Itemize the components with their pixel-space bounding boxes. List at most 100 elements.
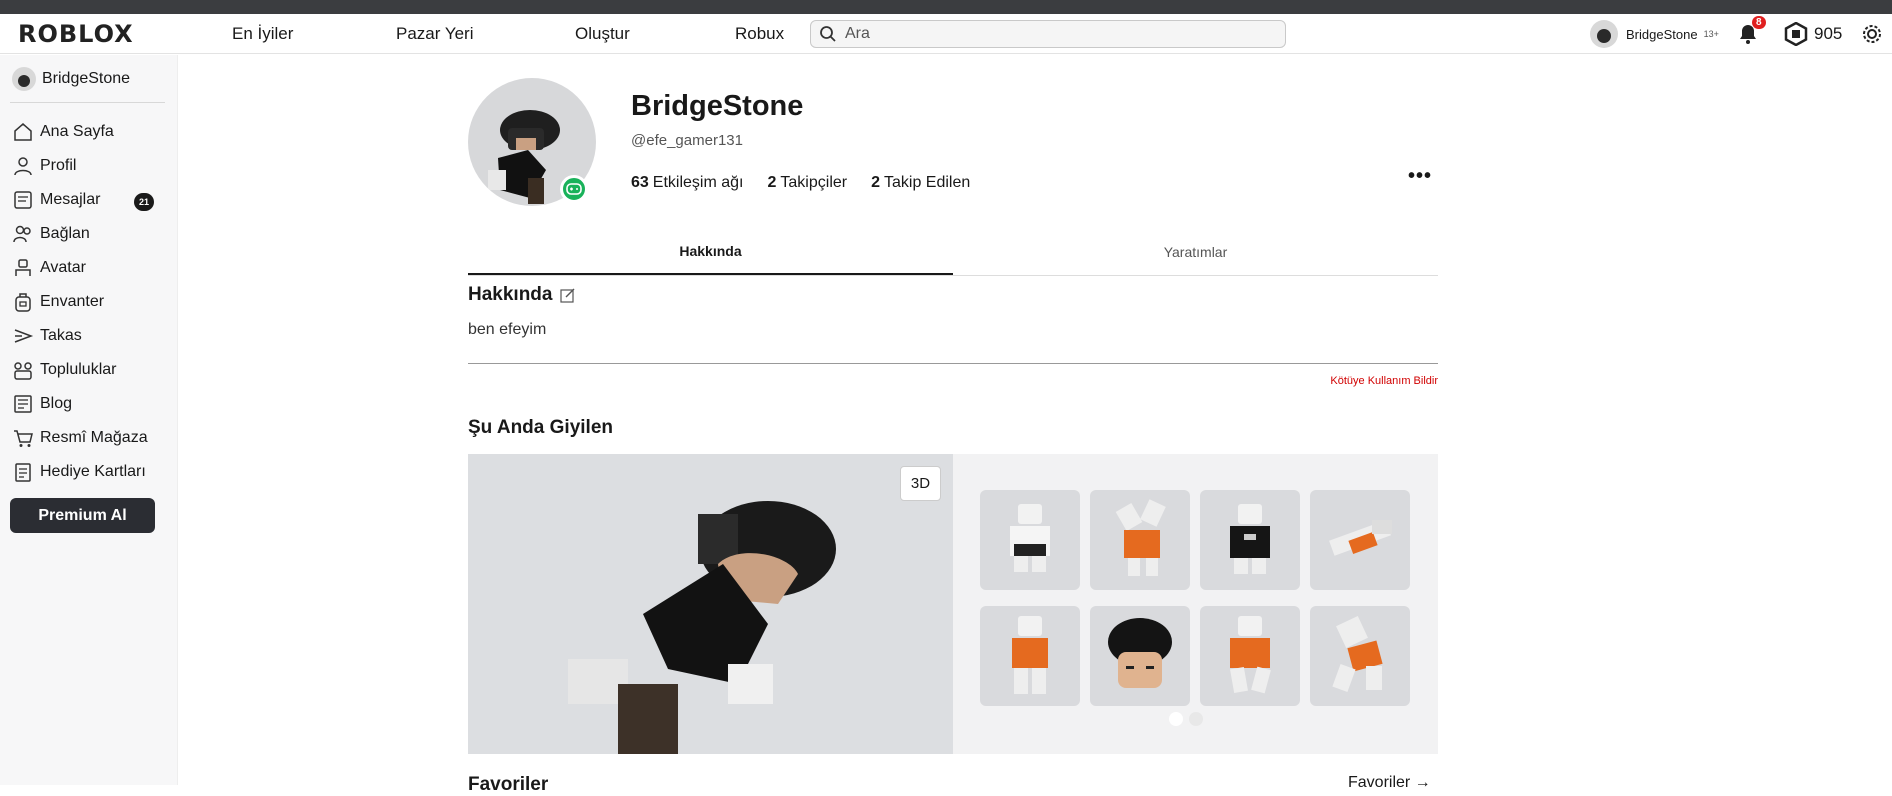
sidebar-item-messages[interactable]: Mesajlar [12, 189, 100, 211]
sidebar-item-label: Takas [40, 327, 82, 344]
profile-handle: @efe_gamer131 [631, 132, 743, 149]
groups-icon [14, 362, 32, 380]
robux-amount: 905 [1814, 24, 1843, 43]
carousel-dot[interactable] [1189, 712, 1203, 726]
search-input[interactable] [845, 25, 1265, 43]
avatar [12, 67, 36, 91]
worn-item-tile[interactable] [1090, 490, 1190, 590]
worn-item-tile[interactable] [1310, 606, 1410, 706]
profile-stats: 63 Etkileşim ağı 2 Takipçiler 2 Takip Edile… [631, 174, 970, 192]
messages-icon [14, 191, 32, 209]
stat-label: Etkileşim ağı [652, 174, 744, 191]
currently-wearing-title: Şu Anda Giyilen [468, 417, 613, 438]
sidebar-item-gift-cards[interactable]: Hediye Kartları [12, 461, 146, 483]
divider [468, 363, 1438, 364]
topbar-user[interactable]: BridgeStone 13+ [1590, 20, 1719, 48]
profile-icon [14, 157, 32, 176]
report-abuse-link[interactable]: Kötüye Kullanım Bildir [1318, 375, 1438, 387]
nav-create[interactable]: Oluştur [575, 24, 630, 44]
robux-balance[interactable]: 905 [1784, 22, 1842, 46]
search-icon [820, 26, 836, 42]
sidebar-item-avatar[interactable]: Avatar [12, 257, 86, 279]
sidebar-item-official-store[interactable]: Resmî Mağaza [12, 427, 148, 449]
currently-wearing-panel: 3D [468, 454, 1438, 754]
sidebar-item-label: Hediye Kartları [40, 463, 146, 480]
stat-followers[interactable]: 2 Takipçiler [768, 174, 848, 192]
worn-item-tile[interactable] [1310, 490, 1410, 590]
profile-display-name: BridgeStone [631, 90, 804, 122]
worn-item-tile[interactable] [1200, 606, 1300, 706]
sidebar-item-label: Resmî Mağaza [40, 429, 148, 446]
sidebar-item-home[interactable]: Ana Sayfa [12, 121, 114, 143]
avatar-3d-viewer[interactable]: 3D [468, 454, 953, 754]
messages-count-badge: 21 [134, 193, 154, 211]
settings-gear-icon[interactable] [1860, 22, 1884, 46]
search-box[interactable] [810, 20, 1286, 48]
carousel-dot[interactable] [1169, 712, 1183, 726]
favorites-section-title: Favoriler [468, 774, 549, 795]
sidebar-item-blog[interactable]: Blog [12, 393, 72, 415]
sidebar-username: BridgeStone [42, 70, 131, 87]
nav-top-charts[interactable]: En İyiler [232, 24, 293, 44]
favorites-see-all-link[interactable]: Favoriler → [1348, 774, 1431, 792]
stat-label: Takip Edilen [884, 174, 971, 191]
about-title-text: Hakkında [468, 284, 553, 305]
home-icon [14, 123, 32, 141]
sidebar-item-label: Profil [40, 157, 77, 174]
connect-icon [13, 225, 31, 243]
sidebar-item-label: Mesajlar [40, 191, 101, 208]
worn-items-grid [953, 454, 1438, 754]
toggle-3d-button[interactable]: 3D [900, 466, 941, 501]
worn-item-tile[interactable] [980, 490, 1080, 590]
sidebar-item-groups[interactable]: Topluluklar [12, 359, 116, 381]
nav-marketplace[interactable]: Pazar Yeri [396, 24, 474, 44]
age-badge: 13+ [1703, 29, 1719, 39]
stat-value: 2 [871, 174, 880, 191]
browser-top-strip [0, 0, 1892, 14]
inventory-icon [15, 293, 31, 312]
sidebar-item-label: Ana Sayfa [40, 123, 114, 140]
stat-connections[interactable]: 63 Etkileşim ağı [631, 174, 744, 192]
sidebar-item-trade[interactable]: Takas [12, 325, 82, 347]
store-cart-icon [14, 430, 33, 447]
avatar [1590, 20, 1618, 48]
top-nav-bar: ROBLOX En İyiler Pazar Yeri Oluştur Robu… [0, 14, 1892, 54]
nav-robux[interactable]: Robux [735, 24, 784, 44]
sidebar-item-label: Envanter [40, 293, 105, 310]
worn-item-tile[interactable] [1090, 606, 1190, 706]
roblox-logo[interactable]: ROBLOX [18, 20, 134, 48]
item-black-jersey-icon [1230, 504, 1270, 574]
item-shirt-white-icon [1010, 504, 1050, 572]
get-premium-button[interactable]: Premium Al [10, 498, 155, 533]
stat-following[interactable]: 2 Takip Edilen [871, 174, 970, 192]
worn-item-tile[interactable] [980, 606, 1080, 706]
about-section-title: Hakkında [468, 284, 576, 306]
tab-creations[interactable]: Yaratımlar [953, 229, 1438, 275]
edit-icon[interactable] [560, 287, 576, 303]
notification-count-badge: 8 [1752, 16, 1766, 29]
sidebar-item-connect[interactable]: Bağlan [12, 223, 90, 245]
stat-value: 2 [767, 174, 777, 191]
item-orange-shirt-run-icon [1230, 616, 1271, 694]
item-jump-pose-icon [1332, 616, 1383, 693]
gift-card-icon [15, 463, 31, 482]
avatar-render-icon [568, 501, 836, 754]
sidebar-item-label: Blog [40, 395, 73, 412]
sidebar: BridgeStone Ana Sayfa Profil Mesajlar 21… [0, 55, 178, 785]
carousel-dots [1169, 712, 1203, 726]
sidebar-item-inventory[interactable]: Envanter [12, 291, 104, 313]
sidebar-divider [10, 102, 165, 103]
sidebar-user[interactable]: BridgeStone [12, 67, 130, 91]
robux-icon [1784, 22, 1808, 46]
avatar-icon [15, 259, 31, 276]
stat-value: 63 [631, 174, 649, 191]
item-orange-shirt-walk-icon [1012, 616, 1048, 694]
tab-about[interactable]: Hakkında [468, 229, 953, 275]
more-options-button[interactable]: ••• [1408, 165, 1432, 188]
worn-item-tile[interactable] [1200, 490, 1300, 590]
topbar-username: BridgeStone [1626, 26, 1698, 42]
sidebar-item-profile[interactable]: Profil [12, 155, 76, 177]
item-flying-pose-icon [1329, 520, 1392, 556]
about-description: ben efeyim [468, 321, 547, 338]
online-status-icon [560, 175, 588, 203]
